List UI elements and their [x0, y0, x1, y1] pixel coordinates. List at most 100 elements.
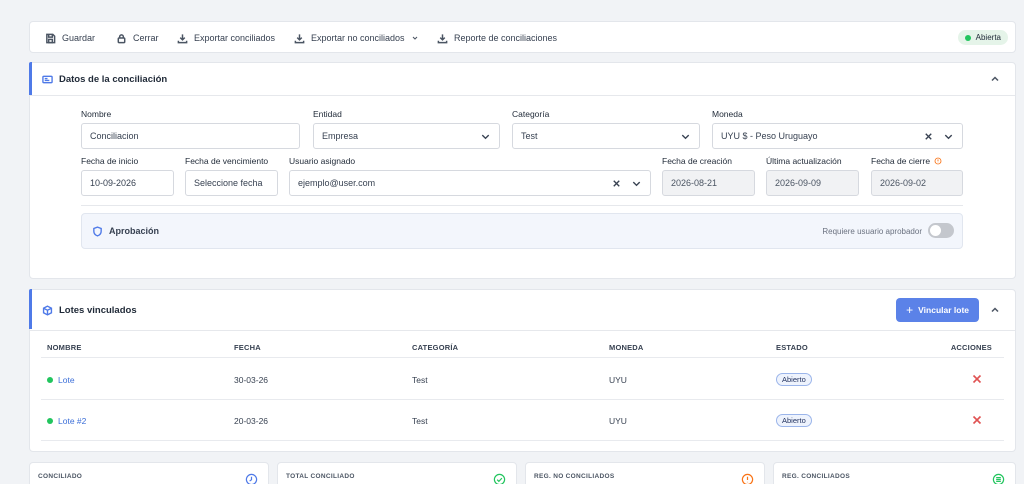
usuario-select[interactable]: ejemplo@user.com — [289, 170, 651, 196]
export-unreconciled-dropdown[interactable]: Exportar no conciliados — [294, 22, 419, 54]
details-card: Datos de la conciliación Nombre Entidad … — [29, 62, 1016, 279]
list-icon — [992, 473, 1005, 484]
fecha-creacion-value: 2026-08-21 — [671, 178, 718, 188]
col-header-nombre: NOMBRE — [47, 343, 82, 352]
lotes-title: Lotes vinculados — [59, 304, 137, 316]
lote-moneda: UYU — [609, 416, 627, 426]
clear-icon[interactable] — [923, 131, 934, 142]
remove-lote-button[interactable] — [972, 415, 982, 425]
lote-fecha: 20-03-26 — [234, 416, 269, 426]
details-title: Datos de la conciliación — [59, 73, 168, 85]
stat-card-conciliado: CONCILIADO — [29, 462, 269, 484]
entidad-value: Empresa — [322, 131, 359, 141]
clock-icon — [245, 473, 258, 484]
approver-toggle-label: Requiere usuario aprobador — [822, 226, 922, 236]
export-unreconciled-label: Exportar no conciliados — [311, 33, 405, 43]
divider — [41, 399, 1004, 400]
chevron-up-icon — [991, 307, 999, 313]
fecha-vencimiento-placeholder: Seleccione fecha — [194, 178, 263, 188]
save-button[interactable]: Guardar — [45, 22, 95, 54]
moneda-label: Moneda — [712, 109, 743, 119]
divider — [41, 357, 1004, 358]
col-header-acciones: ACCIONES — [950, 343, 992, 352]
fecha-creacion-field: 2026-08-21 — [662, 170, 755, 196]
approval-title-text: Aprobación — [109, 226, 160, 236]
nombre-value: Conciliacion — [90, 131, 139, 141]
download-icon — [177, 33, 188, 43]
vincular-lote-label: Vincular lote — [918, 305, 969, 315]
close-icon — [972, 415, 982, 425]
toolbar: Guardar Cerrar Exportar conciliados Expo… — [29, 21, 1016, 53]
download-icon — [437, 33, 448, 43]
fecha-inicio-value: 10-09-2026 — [90, 178, 137, 188]
clear-icon[interactable] — [611, 178, 622, 189]
remove-lote-button[interactable] — [972, 374, 982, 384]
categoria-label: Categoría — [512, 109, 550, 119]
fecha-cierre-label: Fecha de cierre — [871, 156, 942, 166]
moneda-select[interactable]: UYU $ - Peso Uruguayo — [712, 123, 963, 149]
section-accent — [29, 62, 32, 95]
lote-link[interactable]: Lote #2 — [47, 416, 86, 426]
chevron-down-icon — [681, 134, 690, 140]
report-button[interactable]: Reporte de conciliaciones — [437, 22, 557, 54]
status-dot — [964, 34, 971, 41]
shield-icon — [93, 225, 102, 237]
fecha-vencimiento-label: Fecha de vencimiento — [185, 156, 269, 166]
fecha-cierre-label-text: Fecha de cierre — [871, 156, 931, 166]
lote-estado-badge: Abierto — [776, 373, 812, 386]
lote-link[interactable]: Lote — [47, 375, 75, 385]
divider — [81, 205, 963, 206]
collapse-lotes-button[interactable] — [989, 304, 1001, 316]
fecha-inicio-input[interactable]: 10-09-2026 — [81, 170, 174, 196]
lote-categoria: Test — [412, 375, 428, 385]
categoria-select[interactable]: Test — [512, 123, 700, 149]
plus-icon: + — [906, 303, 914, 317]
info-icon[interactable] — [934, 157, 942, 165]
fecha-cierre-field: 2026-09-02 — [871, 170, 963, 196]
divider — [30, 330, 1015, 331]
col-header-moneda: MONEDA — [609, 343, 644, 352]
lote-moneda: UYU — [609, 375, 627, 385]
fecha-vencimiento-input[interactable]: Seleccione fecha — [185, 170, 278, 196]
stat-title: REG. NO CONCILIADOS — [534, 473, 615, 480]
nombre-label: Nombre — [81, 109, 112, 119]
chevron-up-icon — [991, 76, 999, 82]
collapse-details-button[interactable] — [989, 73, 1001, 85]
ultima-actualizacion-value: 2026-09-09 — [775, 178, 822, 188]
chevron-down-icon — [632, 181, 641, 187]
close-label: Cerrar — [133, 33, 159, 43]
usuario-label: Usuario asignado — [289, 156, 356, 166]
close-button[interactable]: Cerrar — [116, 22, 159, 54]
export-reconciled-button[interactable]: Exportar conciliados — [177, 22, 275, 54]
entidad-select[interactable]: Empresa — [313, 123, 500, 149]
chevron-down-icon — [481, 134, 490, 140]
fecha-cierre-value: 2026-09-02 — [880, 178, 927, 188]
lote-name: Lote #2 — [58, 416, 87, 426]
divider — [30, 95, 1015, 96]
id-card-icon — [42, 75, 53, 83]
section-accent — [29, 289, 32, 329]
close-icon — [972, 374, 982, 384]
status-dot — [47, 377, 53, 383]
ultima-actualizacion-field: 2026-09-09 — [766, 170, 859, 196]
col-header-categoria: CATEGORÍA — [412, 343, 459, 352]
status-badge: Abierta — [957, 30, 1008, 45]
status-label: Abierta — [975, 33, 1001, 42]
fecha-creacion-label: Fecha de creación — [662, 156, 732, 166]
stat-title: CONCILIADO — [38, 473, 83, 480]
lote-categoria: Test — [412, 416, 428, 426]
col-header-estado: ESTADO — [776, 343, 808, 352]
approval-title: Aprobación — [92, 214, 159, 248]
approver-toggle[interactable] — [928, 223, 954, 238]
ultima-actualizacion-label: Última actualización — [766, 156, 842, 166]
stat-card-conciliados: REG. CONCILIADOS — [773, 462, 1016, 484]
lock-icon — [117, 33, 126, 43]
nombre-input[interactable]: Conciliacion — [81, 123, 300, 149]
status-dot — [47, 418, 53, 424]
lote-fecha: 30-03-26 — [234, 375, 269, 385]
stat-card-no-conciliados: REG. NO CONCILIADOS — [525, 462, 765, 484]
save-label: Guardar — [62, 33, 96, 43]
download-icon — [294, 33, 305, 43]
vincular-lote-button[interactable]: + Vincular lote — [896, 298, 979, 322]
export-reconciled-label: Exportar conciliados — [194, 33, 276, 43]
